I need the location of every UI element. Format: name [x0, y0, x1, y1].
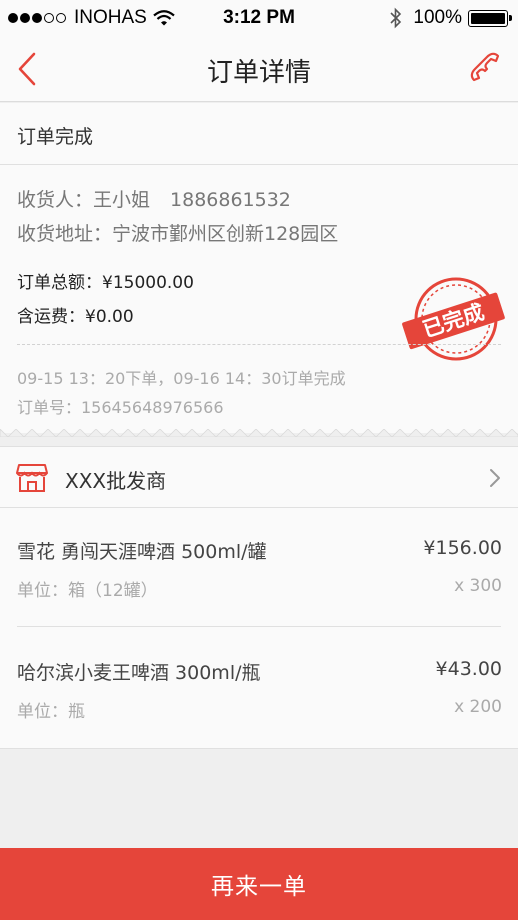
stamp-text: 已完成: [420, 300, 487, 342]
item-price: ¥156.00: [423, 537, 502, 559]
phone-icon: [470, 52, 500, 82]
item-unit: 单位：箱（12罐）: [17, 581, 158, 601]
status-right: 100%: [389, 7, 512, 29]
order-status-row: 订单完成: [0, 103, 518, 165]
item-quantity: x 300: [454, 576, 502, 596]
battery-level: [471, 12, 505, 24]
store-icon: [16, 464, 48, 492]
order-number: 订单号：15645648976566: [17, 398, 224, 417]
reorder-button[interactable]: 再来一单: [0, 848, 518, 920]
order-total: 订单总额：¥15000.00: [17, 273, 194, 293]
order-item: 哈尔滨小麦王啤酒 300ml/瓶 ¥43.00 单位：瓶 x 200: [0, 630, 518, 750]
recipient-phone: 1886861532: [170, 189, 291, 211]
item-name: 哈尔滨小麦王啤酒 300ml/瓶: [17, 662, 261, 684]
item-unit: 单位：瓶: [17, 702, 85, 722]
status-bar: INOHAS 3:12 PM 100%: [0, 0, 518, 36]
completed-stamp: 已完成: [402, 277, 505, 361]
bluetooth-icon: [390, 7, 402, 29]
battery-percent: 100%: [413, 7, 462, 28]
delivery-address: 收货地址：宁波市鄞州区创新128园区: [17, 223, 339, 245]
battery-icon: [468, 9, 512, 27]
recipient-info: 收货人：王小姐 1886861532: [17, 185, 291, 212]
order-info-card: 订单完成 收货人：王小姐 1886861532 收货地址：宁波市鄞州区创新128园…: [0, 103, 518, 437]
call-button[interactable]: [468, 50, 504, 86]
order-items-card: XXX批发商 雪花 勇闯天涯啤酒 500ml/罐 ¥156.00 单位：箱（12…: [0, 446, 518, 749]
order-status: 订单完成: [17, 126, 94, 148]
page-title: 订单详情: [206, 58, 311, 88]
item-divider: [17, 626, 501, 627]
recipient-name: 收货人：王小姐: [17, 189, 151, 211]
navigation-bar: 订单详情: [0, 36, 518, 102]
chevron-right-icon: [490, 469, 500, 487]
item-price: ¥43.00: [435, 658, 502, 680]
order-item: 雪花 勇闯天涯啤酒 500ml/罐 ¥156.00 单位：箱（12罐） x 30…: [0, 509, 518, 629]
shop-name: XXX批发商: [65, 469, 167, 493]
order-timeline: 09-15 13：20下单，09-16 14：30订单完成: [17, 369, 346, 388]
dashed-divider: [17, 344, 501, 345]
ticket-edge: [0, 429, 518, 437]
item-name: 雪花 勇闯天涯啤酒 500ml/罐: [17, 541, 267, 563]
shipping-fee: 含运费：¥0.00: [17, 307, 134, 327]
item-quantity: x 200: [454, 697, 502, 717]
shop-row[interactable]: XXX批发商: [0, 447, 518, 508]
